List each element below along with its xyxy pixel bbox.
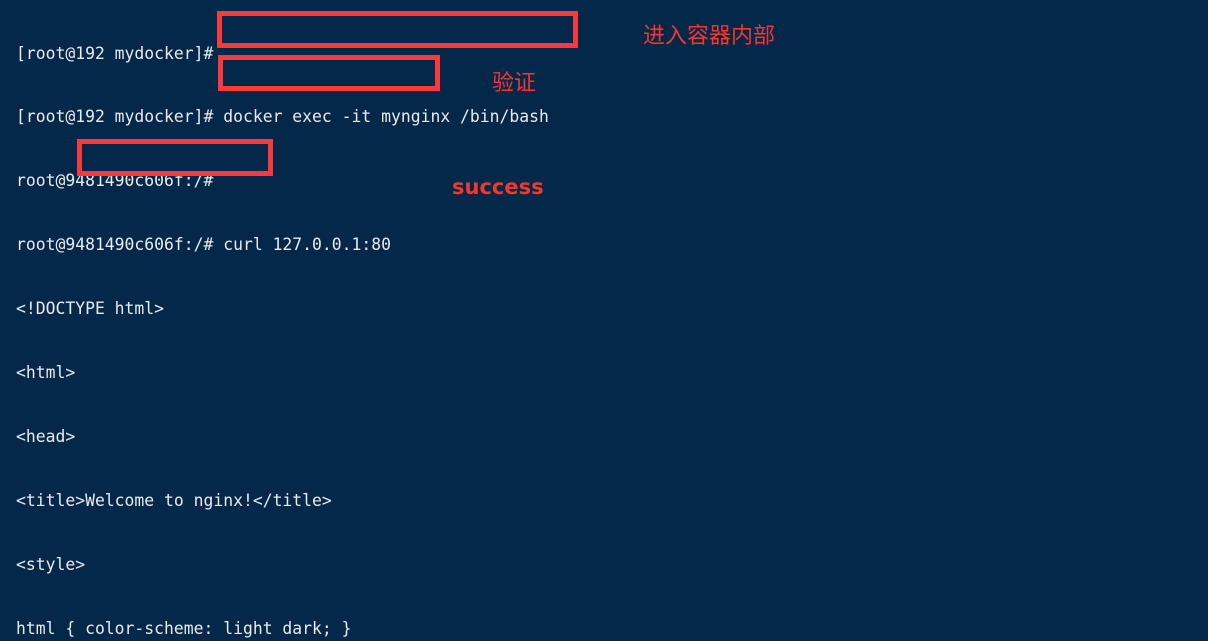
terminal-line: <head> [16, 426, 76, 446]
annotation-verify: 验证 [492, 71, 537, 96]
terminal-line: root@9481490c606f:/# [16, 171, 214, 191]
terminal-line: <style> [16, 554, 86, 574]
terminal-line: <title>Welcome to nginx!</title> [16, 490, 332, 510]
terminal-line: <html> [16, 363, 76, 383]
terminal-screen: [root@192 mydocker]# [root@192 mydocker]… [0, 0, 1208, 641]
terminal-line: <!DOCTYPE html> [16, 299, 165, 319]
terminal-output[interactable]: [root@192 mydocker]# [root@192 mydocker]… [16, 0, 1208, 641]
terminal-line: html { color-scheme: light dark; } [16, 618, 352, 638]
annotation-success: success [452, 175, 544, 199]
terminal-line: root@9481490c606f:/# curl 127.0.0.1:80 [16, 235, 391, 255]
terminal-line: [root@192 mydocker]# docker exec -it myn… [16, 107, 549, 127]
annotation-enter-container: 进入容器内部 [643, 24, 776, 49]
terminal-line: [root@192 mydocker]# [16, 43, 214, 63]
